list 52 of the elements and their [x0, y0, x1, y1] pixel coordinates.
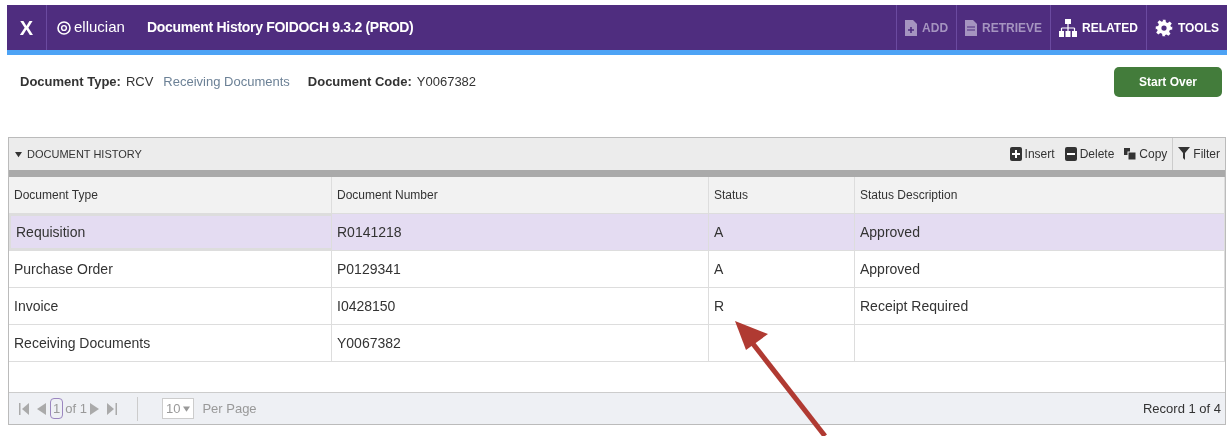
- table-row[interactable]: Purchase Order P0129341 A Approved: [9, 251, 1225, 288]
- table-row[interactable]: Receiving Documents Y0067382: [9, 325, 1225, 362]
- table-cell: Invoice: [9, 288, 332, 324]
- table-cell: Approved: [855, 214, 1225, 250]
- table-cell: Receiving Documents: [9, 325, 332, 361]
- table-cell: Requisition: [9, 214, 332, 250]
- per-page-label: Per Page: [202, 399, 257, 418]
- add-document-icon: [905, 19, 918, 36]
- field-label: Document Type:: [20, 73, 121, 91]
- field-label: Document Code:: [307, 73, 412, 91]
- table-row[interactable]: Invoice I0428150 R Receipt Required: [9, 288, 1225, 325]
- table-cell: P0129341: [332, 251, 709, 287]
- hierarchy-icon: [1059, 18, 1078, 37]
- minus-icon: [1064, 147, 1077, 161]
- document-icon: [965, 19, 978, 36]
- record-count: Record 1 of 4: [1142, 399, 1221, 418]
- table-cell: A: [709, 251, 855, 287]
- section-tool-button[interactable]: Insert: [1004, 138, 1060, 170]
- logo-icon: [57, 20, 71, 35]
- previous-page-icon[interactable]: [37, 401, 46, 416]
- first-page-icon[interactable]: [19, 401, 29, 416]
- table-cell: A: [709, 214, 855, 250]
- section-tool-button[interactable]: Copy: [1119, 138, 1173, 170]
- section-title: DOCUMENT HISTORY: [27, 146, 142, 162]
- start-over-button[interactable]: Start Over: [1114, 67, 1222, 97]
- filter-icon: [1178, 147, 1191, 161]
- field-value: Y0067382: [416, 73, 477, 91]
- gear-icon: [1154, 18, 1173, 37]
- last-page-icon[interactable]: [106, 401, 117, 416]
- table-cell: Y0067382: [332, 325, 709, 361]
- plus-icon: [1009, 147, 1022, 161]
- caret-icon: [183, 405, 191, 412]
- brand-logo: ellucian: [57, 16, 125, 39]
- section-tool-button[interactable]: Delete: [1059, 138, 1120, 170]
- table-cell: Purchase Order: [9, 251, 332, 287]
- column-header: Status Description: [855, 177, 1225, 213]
- next-page-icon[interactable]: [89, 401, 99, 416]
- column-header: Status: [709, 177, 855, 213]
- field-value: RCV: [125, 73, 154, 91]
- field-description: Receiving Documents: [163, 73, 290, 91]
- table-cell: Approved: [855, 251, 1225, 287]
- table-row[interactable]: Requisition R0141218 A Approved: [9, 214, 1225, 251]
- table-cell: I0428150: [332, 288, 709, 324]
- page-count: of 1: [65, 399, 87, 418]
- page-title: Document History FOIDOCH 9.3.2 (PROD): [146, 18, 414, 37]
- column-header: Document Type: [9, 177, 332, 213]
- table-cell: Receipt Required: [855, 288, 1225, 324]
- column-header: Document Number: [332, 177, 709, 213]
- table-cell: R0141218: [332, 214, 709, 250]
- copy-icon: [1124, 148, 1137, 160]
- collapse-toggle[interactable]: [15, 150, 22, 158]
- section-tool-button[interactable]: Filter: [1172, 138, 1225, 170]
